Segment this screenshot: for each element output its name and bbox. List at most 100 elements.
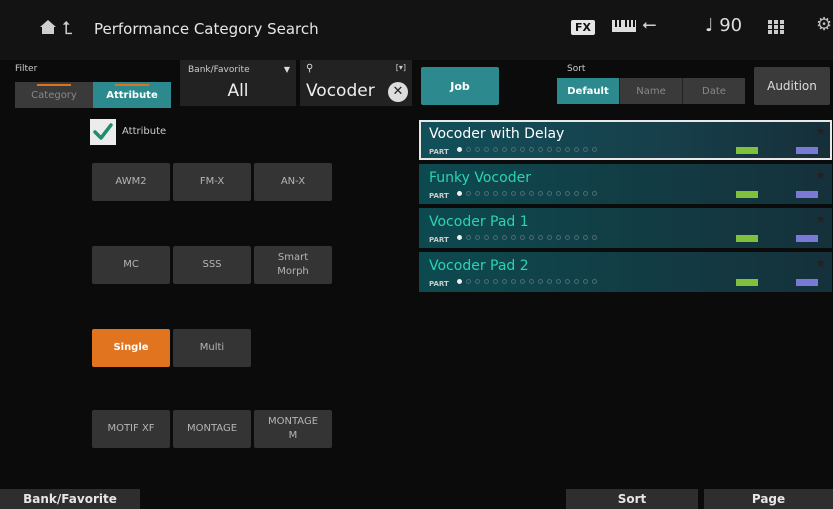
list-item[interactable]: Vocoder with Delay PART ★ xyxy=(419,120,832,160)
part-dot xyxy=(493,191,498,196)
attribute-checkbox[interactable] xyxy=(90,119,116,145)
performance-name: Vocoder with Delay xyxy=(429,126,565,142)
attr-fmx-button[interactable]: FM-X xyxy=(173,163,251,201)
part-dot xyxy=(574,279,579,284)
sort-name-tab[interactable]: Name xyxy=(619,78,682,104)
attr-multi-button[interactable]: Multi xyxy=(173,329,251,367)
filter-tab-category[interactable]: Category xyxy=(15,82,93,108)
part-dot xyxy=(592,147,597,152)
keyboard-entry-icon: [▾] xyxy=(395,63,406,72)
performance-name: Vocoder Pad 2 xyxy=(429,258,529,274)
part-dot xyxy=(547,191,552,196)
attribute-tag-green xyxy=(736,147,758,154)
grid-icon[interactable] xyxy=(768,20,784,34)
sort-label: Sort xyxy=(567,64,586,74)
attr-motif-xf-button[interactable]: MOTIF XF xyxy=(92,410,170,448)
list-item[interactable]: Funky Vocoder PART ★ xyxy=(419,164,832,204)
attribute-tag-green xyxy=(736,191,758,198)
part-dot xyxy=(502,279,507,284)
part-dot xyxy=(565,235,570,240)
part-dot xyxy=(502,147,507,152)
attr-smart-morph-button[interactable]: Smart Morph xyxy=(254,246,332,284)
sort-footer-button[interactable]: Sort xyxy=(566,489,698,509)
clear-search-icon[interactable]: ✕ xyxy=(388,82,408,102)
part-dot xyxy=(583,279,588,284)
part-dot xyxy=(457,235,462,240)
part-dot xyxy=(466,191,471,196)
part-dot xyxy=(529,235,534,240)
attr-montage-m-button[interactable]: MONTAGE M xyxy=(254,410,332,448)
search-field[interactable]: ⚲ [▾] Vocoder ✕ xyxy=(300,60,412,106)
part-dot xyxy=(583,147,588,152)
part-indicator xyxy=(457,279,597,284)
bank-favorite-footer-button[interactable]: Bank/Favorite xyxy=(0,489,140,509)
dropdown-arrow-icon: ▼ xyxy=(283,65,290,74)
attr-montage-button[interactable]: MONTAGE xyxy=(173,410,251,448)
list-item[interactable]: Vocoder Pad 2 PART ★ xyxy=(419,252,832,292)
attr-anx-button[interactable]: AN-X xyxy=(254,163,332,201)
part-label: PART xyxy=(429,236,449,244)
part-dot xyxy=(574,147,579,152)
part-indicator xyxy=(457,191,597,196)
favorite-star-icon[interactable]: ★ xyxy=(815,124,826,138)
part-dot xyxy=(502,235,507,240)
page-title: Performance Category Search xyxy=(94,20,319,38)
attr-single-button[interactable]: Single xyxy=(92,329,170,367)
attr-mc-button[interactable]: MC xyxy=(92,246,170,284)
part-label: PART xyxy=(429,280,449,288)
bank-favorite-select[interactable]: Bank/Favorite ▼ All xyxy=(180,60,296,106)
sort-default-tab[interactable]: Default xyxy=(557,78,619,104)
usb-icon: ⭠ xyxy=(642,14,657,35)
part-dot xyxy=(466,235,471,240)
home-icon[interactable] xyxy=(40,20,56,34)
part-dot xyxy=(520,147,525,152)
part-dot xyxy=(520,191,525,196)
bank-favorite-value: All xyxy=(227,81,249,101)
attr-sss-button[interactable]: SSS xyxy=(173,246,251,284)
part-dot xyxy=(484,191,489,196)
favorite-star-icon[interactable]: ★ xyxy=(815,168,826,182)
title-bar: ⮤ Performance Category Search FX ⭠ ♩ 90 … xyxy=(0,0,833,60)
fx-badge: FX xyxy=(571,20,595,35)
filter-tab-attribute[interactable]: Attribute xyxy=(93,82,171,108)
performance-name: Vocoder Pad 1 xyxy=(429,214,529,230)
sort-date-tab[interactable]: Date xyxy=(682,78,745,104)
part-indicator xyxy=(457,235,597,240)
part-indicator xyxy=(457,147,597,152)
page-footer-button[interactable]: Page xyxy=(704,489,833,509)
part-dot xyxy=(574,235,579,240)
list-item[interactable]: Vocoder Pad 1 PART ★ xyxy=(419,208,832,248)
part-dot xyxy=(565,191,570,196)
favorite-star-icon[interactable]: ★ xyxy=(815,256,826,270)
attribute-tag-purple xyxy=(796,147,818,154)
part-dot xyxy=(547,279,552,284)
part-dot xyxy=(592,235,597,240)
gear-icon[interactable]: ⚙ xyxy=(816,14,832,35)
part-dot xyxy=(493,235,498,240)
search-input[interactable]: Vocoder xyxy=(306,81,375,101)
part-dot xyxy=(484,279,489,284)
results-list: Vocoder with Delay PART ★ Funky Vocoder … xyxy=(419,120,832,296)
part-dot xyxy=(493,279,498,284)
favorite-star-icon[interactable]: ★ xyxy=(815,212,826,226)
tempo-display[interactable]: ♩ 90 xyxy=(705,15,742,36)
part-label: PART xyxy=(429,192,449,200)
part-dot xyxy=(592,279,597,284)
part-dot xyxy=(511,147,516,152)
performance-name: Funky Vocoder xyxy=(429,170,531,186)
part-dot xyxy=(556,235,561,240)
part-dot xyxy=(520,235,525,240)
part-label: PART xyxy=(429,148,449,156)
back-icon[interactable]: ⮤ xyxy=(62,18,73,39)
audition-button[interactable]: Audition xyxy=(754,67,830,105)
part-dot xyxy=(466,147,471,152)
attr-awm2-button[interactable]: AWM2 xyxy=(92,163,170,201)
job-button[interactable]: Job xyxy=(421,67,499,105)
part-dot xyxy=(457,147,462,152)
part-dot xyxy=(520,279,525,284)
part-dot xyxy=(457,279,462,284)
attribute-tag-purple xyxy=(796,191,818,198)
attribute-tag-green xyxy=(736,279,758,286)
part-dot xyxy=(556,191,561,196)
filter-label: Filter xyxy=(15,64,38,74)
